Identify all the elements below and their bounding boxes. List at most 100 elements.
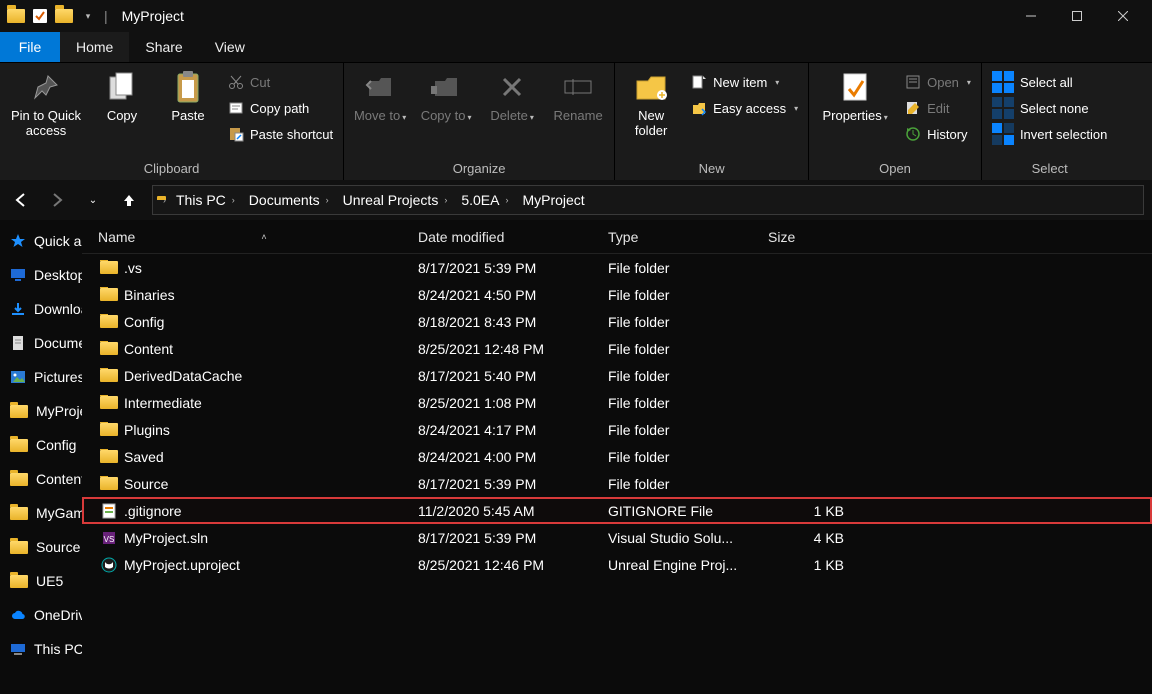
crumb-50ea[interactable]: 5.0EA› xyxy=(457,192,512,208)
rename-icon xyxy=(563,69,593,105)
sidebar-item[interactable]: This PC xyxy=(10,636,82,662)
open-button[interactable]: Open▾ xyxy=(901,69,975,95)
sidebar-item-label: Quick access xyxy=(34,233,82,249)
copy-to-button[interactable]: Copy to▾ xyxy=(416,67,476,124)
delete-button[interactable]: Delete▾ xyxy=(482,67,542,124)
sidebar-item[interactable]: Desktop xyxy=(10,262,82,288)
invert-selection-icon xyxy=(992,123,1014,145)
sidebar-item-label: Downloads xyxy=(34,301,82,317)
forward-button[interactable] xyxy=(44,187,70,213)
file-row[interactable]: Binaries8/24/2021 4:50 PMFile folder xyxy=(82,281,1152,308)
cloud-icon xyxy=(10,606,26,624)
file-date: 8/25/2021 12:48 PM xyxy=(418,341,608,357)
col-date[interactable]: Date modified xyxy=(418,229,608,245)
crumb-this-pc[interactable]: This PC› xyxy=(172,192,239,208)
tab-share[interactable]: Share xyxy=(129,32,198,62)
file-row[interactable]: .gitignore11/2/2020 5:45 AMGITIGNORE Fil… xyxy=(82,497,1152,524)
nav-sidebar[interactable]: Quick access Desktop Downloads Documents Pic… xyxy=(0,220,82,694)
file-row[interactable]: Source8/17/2021 5:39 PMFile folder xyxy=(82,470,1152,497)
qat-properties-icon[interactable] xyxy=(30,6,50,26)
back-button[interactable] xyxy=(8,187,34,213)
easy-access-icon xyxy=(691,100,707,116)
sidebar-item[interactable]: Content xyxy=(10,466,82,492)
sidebar-item[interactable]: OneDrive xyxy=(10,602,82,628)
file-row[interactable]: Intermediate8/25/2021 1:08 PMFile folder xyxy=(82,389,1152,416)
sidebar-item[interactable]: Downloads xyxy=(10,296,82,322)
chevron-down-icon: ▾ xyxy=(967,78,971,87)
tab-home[interactable]: Home xyxy=(60,32,129,62)
file-name: .vs xyxy=(124,260,142,276)
sidebar-item[interactable]: Config xyxy=(10,432,82,458)
file-date: 8/25/2021 12:46 PM xyxy=(418,557,608,573)
file-date: 8/18/2021 8:43 PM xyxy=(418,314,608,330)
sidebar-item[interactable]: Source xyxy=(10,534,82,560)
sidebar-item[interactable]: Quick access xyxy=(10,228,82,254)
select-all-button[interactable]: Select all xyxy=(988,69,1111,95)
move-to-button[interactable]: Move to▾ xyxy=(350,67,410,124)
folder-icon xyxy=(10,572,28,590)
sidebar-item[interactable]: Documents xyxy=(10,330,82,356)
file-row[interactable]: DerivedDataCache8/17/2021 5:40 PMFile fo… xyxy=(82,362,1152,389)
crumb-myproject[interactable]: MyProject xyxy=(518,192,588,208)
sidebar-item[interactable]: UE5 xyxy=(10,568,82,594)
paste-shortcut-button[interactable]: Paste shortcut xyxy=(224,121,337,147)
folder-icon xyxy=(98,261,120,274)
file-row[interactable]: Content8/25/2021 12:48 PMFile folder xyxy=(82,335,1152,362)
chevron-right-icon[interactable]: › xyxy=(505,195,508,205)
crumb-unreal-projects[interactable]: Unreal Projects› xyxy=(339,192,452,208)
maximize-button[interactable] xyxy=(1054,0,1100,32)
sidebar-item-label: Source xyxy=(36,539,80,555)
group-organize: Move to▾ Copy to▾ Delete▾ Rename Organiz… xyxy=(344,63,615,180)
qat-folder-icon[interactable] xyxy=(54,6,74,26)
cut-button[interactable]: Cut xyxy=(224,69,337,95)
sidebar-item[interactable]: Pictures xyxy=(10,364,82,390)
paste-button[interactable]: Paste xyxy=(158,67,218,124)
select-none-button[interactable]: Select none xyxy=(988,95,1111,121)
file-row[interactable]: Config8/18/2021 8:43 PMFile folder xyxy=(82,308,1152,335)
file-size: 4 KB xyxy=(768,530,878,546)
file-row[interactable]: .vs8/17/2021 5:39 PMFile folder xyxy=(82,254,1152,281)
copy-path-button[interactable]: Copy path xyxy=(224,95,337,121)
history-icon xyxy=(905,126,921,142)
copy-button[interactable]: Copy xyxy=(92,67,152,124)
history-button[interactable]: History xyxy=(901,121,975,147)
folder-icon xyxy=(10,538,28,556)
file-type: GITIGNORE File xyxy=(608,503,768,519)
edit-button[interactable]: Edit xyxy=(901,95,975,121)
pin-to-quick-access-button[interactable]: Pin to Quick access xyxy=(6,67,86,139)
folder-icon xyxy=(98,450,120,463)
file-size: 1 KB xyxy=(768,503,878,519)
file-row[interactable]: Saved8/24/2021 4:00 PMFile folder xyxy=(82,443,1152,470)
easy-access-button[interactable]: Easy access▾ xyxy=(687,95,802,121)
group-label-new: New xyxy=(621,159,802,180)
file-row[interactable]: Plugins8/24/2021 4:17 PMFile folder xyxy=(82,416,1152,443)
chevron-right-icon[interactable]: › xyxy=(232,195,235,205)
chevron-right-icon[interactable]: › xyxy=(326,195,329,205)
col-size[interactable]: Size xyxy=(768,229,878,245)
crumb-documents[interactable]: Documents› xyxy=(245,192,333,208)
file-row[interactable]: VSMyProject.sln8/17/2021 5:39 PMVisual S… xyxy=(82,524,1152,551)
minimize-button[interactable] xyxy=(1008,0,1054,32)
file-type: File folder xyxy=(608,341,768,357)
sidebar-item[interactable]: MyProject xyxy=(10,398,82,424)
col-type[interactable]: Type xyxy=(608,229,768,245)
breadcrumb[interactable]: › This PC› Documents› Unreal Projects› 5… xyxy=(152,185,1144,215)
group-select: Select all Select none Invert selection … xyxy=(982,63,1117,180)
qat-dropdown-icon[interactable]: ▾ xyxy=(78,6,98,26)
close-button[interactable] xyxy=(1100,0,1146,32)
recent-button[interactable]: ⌄ xyxy=(80,187,106,213)
rename-button[interactable]: Rename xyxy=(548,67,608,124)
sidebar-item[interactable]: MyGame xyxy=(10,500,82,526)
properties-button[interactable]: Properties▾ xyxy=(815,67,895,124)
col-name[interactable]: Name ˄ xyxy=(98,229,418,245)
tab-file[interactable]: File xyxy=(0,32,60,62)
new-item-button[interactable]: New item▾ xyxy=(687,69,802,95)
file-row[interactable]: MyProject.uproject8/25/2021 12:46 PMUnre… xyxy=(82,551,1152,578)
group-label-select: Select xyxy=(988,159,1111,180)
new-folder-button[interactable]: New folder xyxy=(621,67,681,139)
chevron-right-icon[interactable]: › xyxy=(444,195,447,205)
download-icon xyxy=(10,300,26,318)
up-button[interactable] xyxy=(116,187,142,213)
invert-selection-button[interactable]: Invert selection xyxy=(988,121,1111,147)
tab-view[interactable]: View xyxy=(199,32,261,62)
